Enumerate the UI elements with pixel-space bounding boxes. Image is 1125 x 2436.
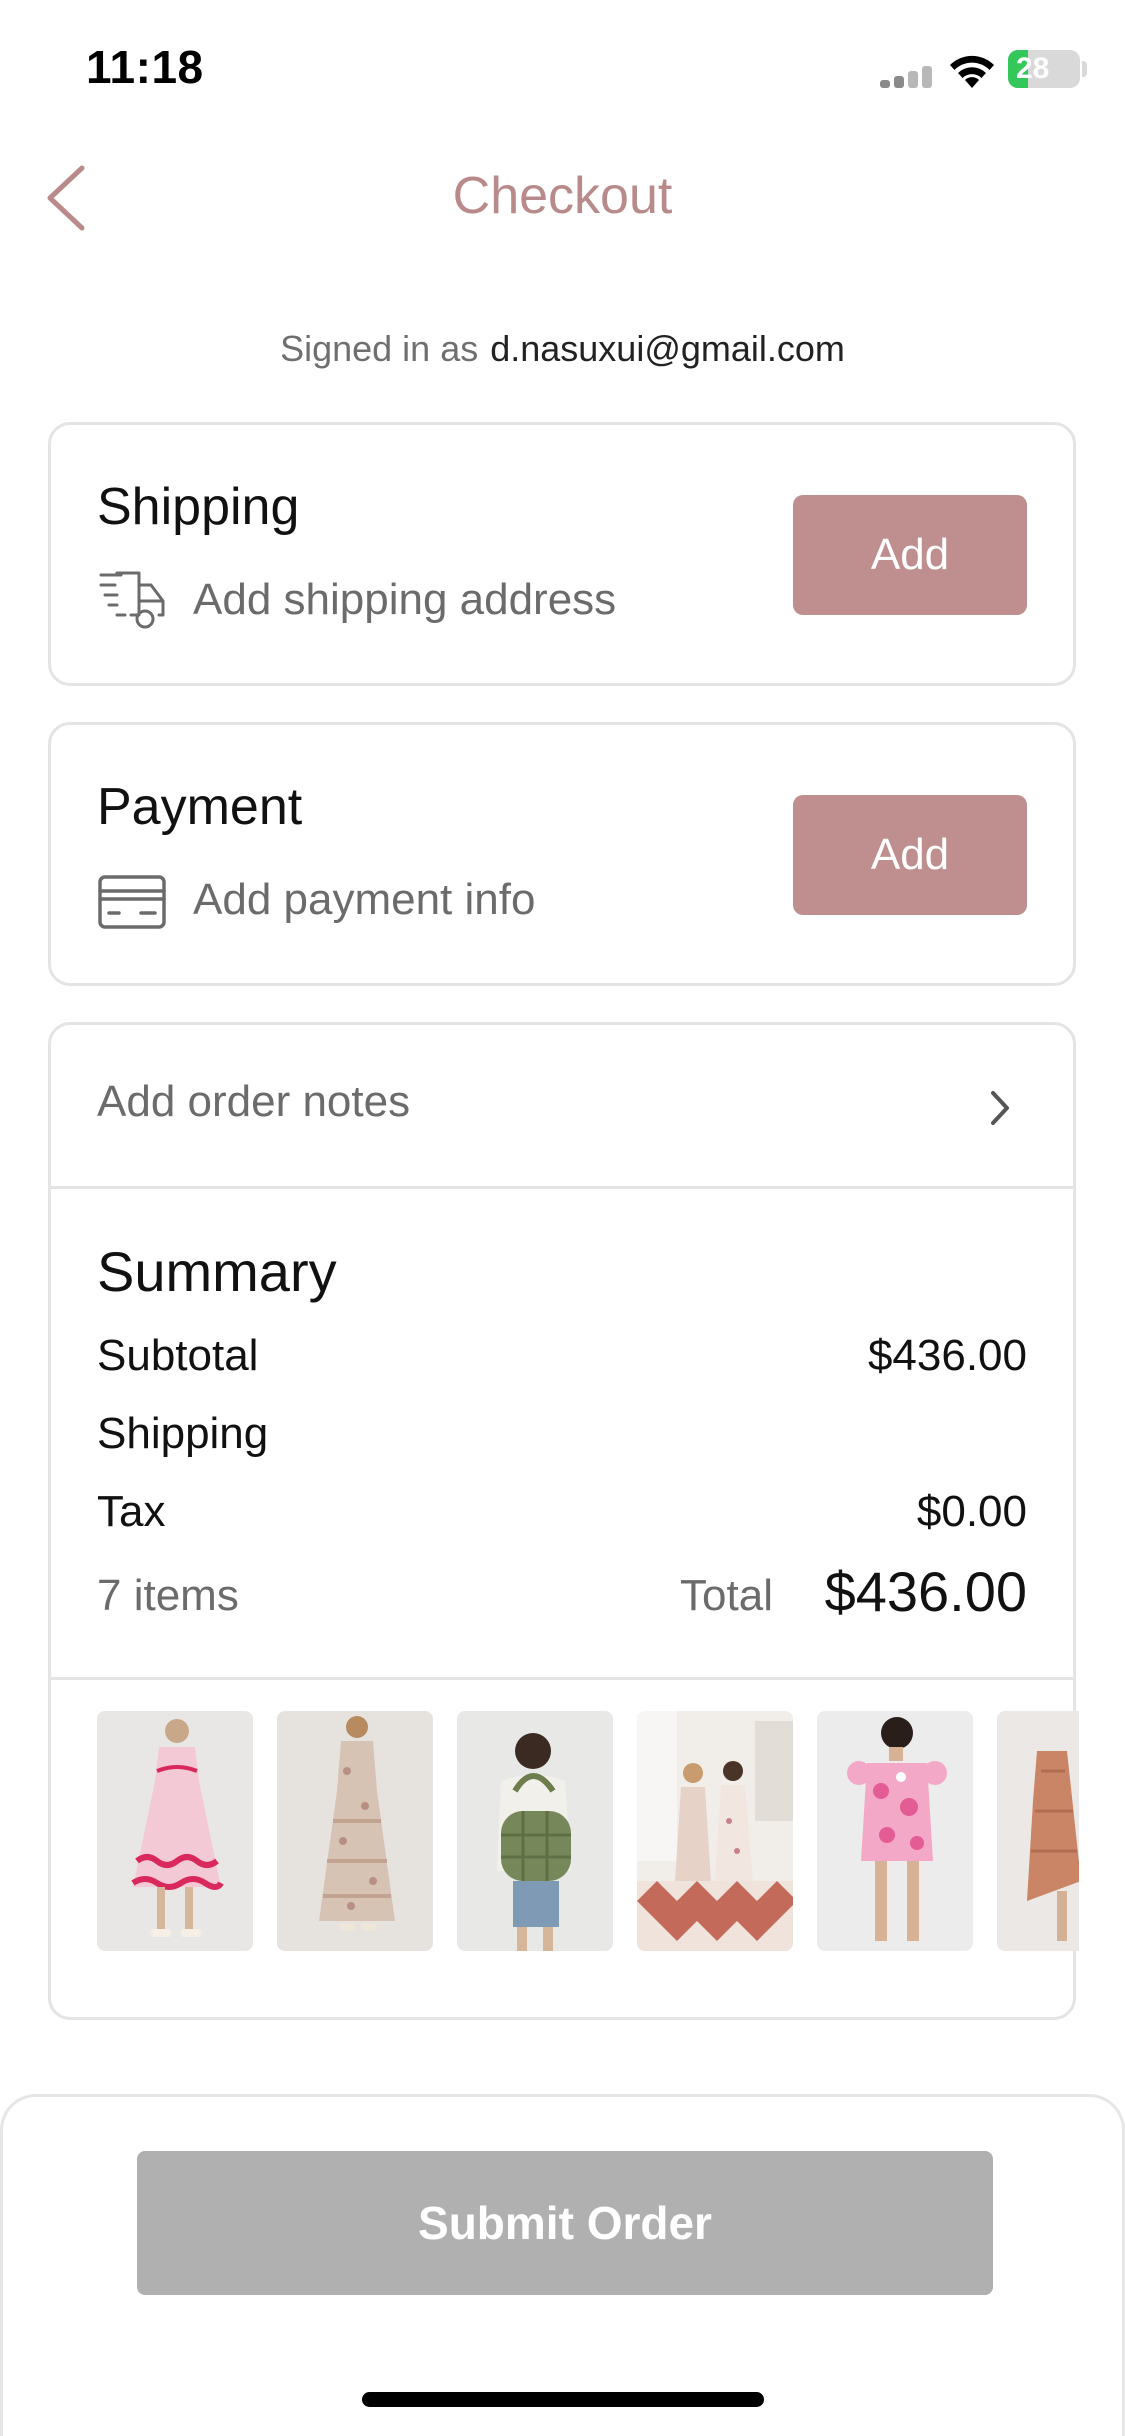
order-notes-row[interactable]: Add order notes [51, 1025, 1073, 1189]
shipping-card: Shipping Add shipping address Add [48, 422, 1076, 686]
item-thumbnail[interactable] [97, 1711, 253, 1951]
signed-in-info: Signed in as d.nasuxui@gmail.com [0, 328, 1125, 370]
wifi-icon [950, 55, 994, 88]
page-title: Checkout [452, 167, 673, 225]
tax-label: Tax [97, 1487, 166, 1536]
delivery-truck-icon [99, 571, 165, 629]
payment-title: Payment [97, 778, 303, 836]
add-shipping-button[interactable]: Add [793, 495, 1027, 615]
battery-level: 28 [1016, 52, 1050, 85]
item-thumbnail[interactable] [817, 1711, 973, 1951]
battery-icon: 28 [1008, 50, 1080, 88]
signed-in-label: Signed in as [280, 328, 479, 369]
shipping-cost-row: Shipping [97, 1409, 1027, 1459]
status-bar: 11:18 28 [0, 0, 1125, 140]
floral-dresses-group-image [637, 1711, 793, 1951]
chevron-right-icon [991, 1091, 1009, 1125]
checkout-footer: Submit Order [0, 2094, 1125, 2436]
floral-maxi-dress-image [277, 1711, 433, 1951]
item-thumbnail[interactable] [457, 1711, 613, 1951]
item-thumbnail[interactable] [997, 1711, 1079, 1951]
cellular-signal-icon [880, 66, 932, 88]
add-payment-button[interactable]: Add [793, 795, 1027, 915]
item-thumbnail[interactable] [637, 1711, 793, 1951]
item-thumbnails [97, 1711, 1079, 1951]
summary-title: Summary [97, 1240, 337, 1303]
account-email: d.nasuxui@gmail.com [490, 328, 845, 369]
item-thumbnail[interactable] [277, 1711, 433, 1951]
order-notes-label: Add order notes [97, 1077, 411, 1126]
payment-subtitle: Add payment info [193, 875, 536, 924]
status-time: 11:18 [86, 41, 204, 93]
shipping-cost-label: Shipping [97, 1409, 269, 1458]
pink-floral-mini-dress-image [817, 1711, 973, 1951]
subtotal-row: Subtotal $436.00 [97, 1331, 1027, 1381]
summary-divider [51, 1677, 1073, 1680]
payment-card: Payment Add payment info Add [48, 722, 1076, 986]
items-count: 7 items [97, 1571, 239, 1620]
shipping-subtitle: Add shipping address [193, 575, 617, 624]
green-quilted-bag-image [457, 1711, 613, 1951]
total-value: $436.00 [824, 1560, 1027, 1623]
total-label: Total [680, 1571, 773, 1620]
submit-order-button[interactable]: Submit Order [137, 2151, 993, 2295]
home-indicator[interactable] [362, 2392, 764, 2407]
rust-dress-image [997, 1711, 1079, 1951]
credit-card-icon [98, 875, 166, 929]
subtotal-value: $436.00 [867, 1331, 1027, 1380]
pink-dress-image [97, 1711, 253, 1951]
battery-nub [1082, 61, 1087, 77]
tax-row: Tax $0.00 [97, 1487, 1027, 1537]
shipping-title: Shipping [97, 478, 300, 536]
subtotal-label: Subtotal [97, 1331, 259, 1380]
tax-value: $0.00 [916, 1487, 1027, 1536]
order-summary-card: Add order notes Summary Subtotal $436.00… [48, 1022, 1079, 2020]
